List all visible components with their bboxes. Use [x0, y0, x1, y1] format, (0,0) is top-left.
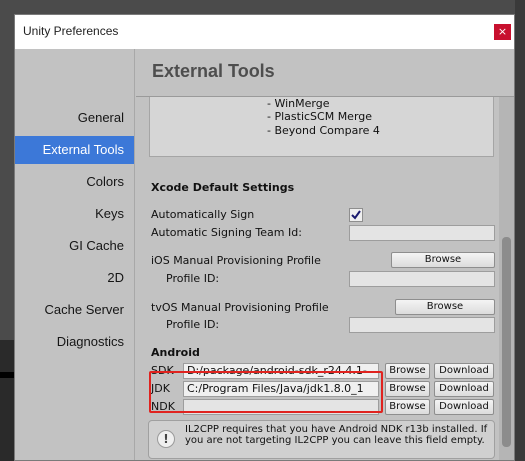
- page-title: External Tools: [152, 61, 275, 81]
- ndk-download-button[interactable]: Download: [434, 399, 494, 415]
- sidebar-item-colors[interactable]: Colors: [15, 168, 134, 196]
- ndk-help-box: ! IL2CPP requires that you have Android …: [148, 420, 495, 459]
- sidebar-item-diagnostics[interactable]: Diagnostics: [15, 328, 134, 356]
- ndk-help-text: IL2CPP requires that you have Android ND…: [185, 424, 488, 446]
- sidebar-item-gi-cache[interactable]: GI Cache: [15, 232, 134, 260]
- checkmark-icon: [351, 210, 361, 220]
- tvos-profile-label: tvOS Manual Provisioning Profile: [151, 301, 329, 314]
- main-panel: External Tools - WinMerge - PlasticSCM M…: [136, 49, 514, 460]
- merge-tools-box: - WinMerge - PlasticSCM Merge - Beyond C…: [149, 97, 494, 157]
- merge-tool-plasticscm: - PlasticSCM Merge: [267, 110, 373, 123]
- jdk-download-button[interactable]: Download: [434, 381, 494, 397]
- auto-sign-label: Automatically Sign: [151, 208, 255, 221]
- android-heading: Android: [151, 346, 200, 359]
- tvos-profile-id-field[interactable]: [349, 317, 495, 333]
- ndk-browse-button[interactable]: Browse: [385, 399, 430, 415]
- sdk-browse-button[interactable]: Browse: [385, 363, 430, 379]
- tvos-profile-id-label: Profile ID:: [166, 318, 220, 331]
- title-bar[interactable]: Unity Preferences ×: [15, 15, 514, 49]
- preferences-window: Unity Preferences × General External Too…: [14, 14, 515, 461]
- tvos-browse-button[interactable]: Browse: [395, 299, 495, 315]
- team-id-field[interactable]: [349, 225, 495, 241]
- sidebar-item-cache-server[interactable]: Cache Server: [15, 296, 134, 324]
- sidebar-item-keys[interactable]: Keys: [15, 200, 134, 228]
- vertical-scrollbar[interactable]: [499, 97, 514, 460]
- jdk-browse-button[interactable]: Browse: [385, 381, 430, 397]
- xcode-heading: Xcode Default Settings: [151, 181, 295, 194]
- close-button[interactable]: ×: [494, 24, 511, 40]
- ios-profile-id-field[interactable]: [349, 271, 495, 287]
- sdk-jdk-highlight: [149, 371, 383, 413]
- sidebar-item-2d[interactable]: 2D: [15, 264, 134, 292]
- ios-browse-button[interactable]: Browse: [391, 252, 495, 268]
- editor-right-edge: [515, 0, 525, 461]
- sdk-download-button[interactable]: Download: [434, 363, 494, 379]
- ios-profile-label: iOS Manual Provisioning Profile: [151, 254, 321, 267]
- merge-tool-beyond-compare: - Beyond Compare 4: [267, 124, 380, 137]
- team-id-label: Automatic Signing Team Id:: [151, 226, 302, 239]
- sidebar-item-general[interactable]: General: [15, 104, 134, 132]
- merge-tool-winmerge: - WinMerge: [267, 97, 330, 110]
- info-icon: !: [157, 430, 175, 448]
- ios-profile-id-label: Profile ID:: [166, 272, 220, 285]
- sidebar: General External Tools Colors Keys GI Ca…: [15, 49, 135, 460]
- window-title: Unity Preferences: [23, 24, 119, 38]
- scrollbar-thumb[interactable]: [502, 237, 511, 447]
- sidebar-item-external-tools[interactable]: External Tools: [15, 136, 134, 164]
- auto-sign-checkbox[interactable]: [349, 208, 363, 222]
